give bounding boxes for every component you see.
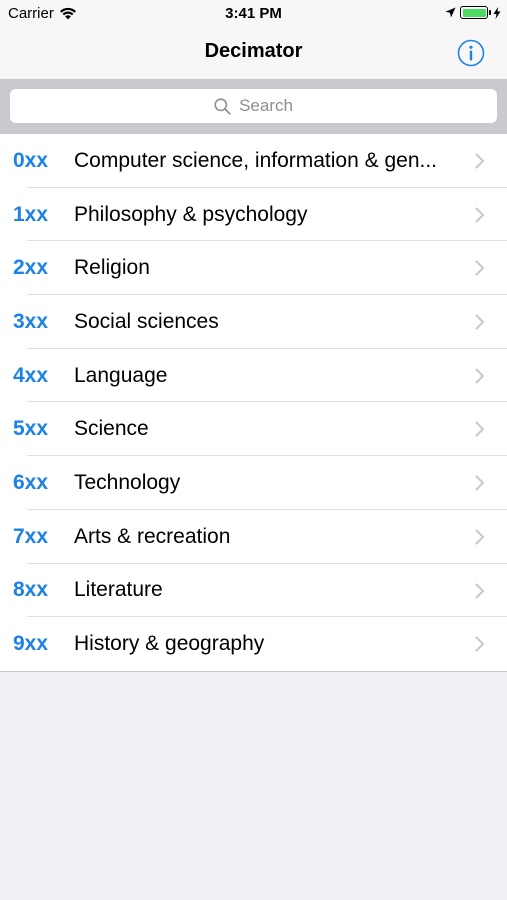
- category-code: 1xx: [13, 202, 49, 226]
- page-title: Decimator: [204, 40, 303, 62]
- category-label: Literature: [74, 578, 163, 602]
- info-circle-icon: [457, 39, 485, 67]
- category-row[interactable]: 5xx Science: [0, 402, 507, 456]
- chevron-right-icon: [475, 475, 484, 491]
- category-row[interactable]: 4xx Language: [0, 349, 507, 403]
- category-row[interactable]: 9xx History & geography: [0, 617, 507, 671]
- search-placeholder: Search: [239, 96, 293, 115]
- chevron-right-icon: [475, 314, 484, 330]
- category-row[interactable]: 0xx Computer science, information & gen..…: [0, 134, 507, 188]
- category-label: Social sciences: [74, 309, 219, 333]
- category-label: Science: [74, 417, 149, 441]
- status-time: 3:41 PM: [225, 5, 282, 22]
- category-label: History & geography: [74, 632, 265, 656]
- search-icon: [214, 97, 231, 115]
- battery-tip: [489, 10, 491, 15]
- info-button[interactable]: [457, 39, 485, 67]
- category-code: 5xx: [13, 417, 49, 441]
- navigation-bar: Decimator: [0, 28, 507, 80]
- status-bar: Carrier 3:41 PM: [0, 0, 507, 28]
- battery-fill: [462, 8, 486, 17]
- search-input[interactable]: Search: [10, 89, 497, 123]
- category-row[interactable]: 6xx Technology: [0, 456, 507, 510]
- chevron-right-icon: [475, 421, 484, 437]
- chevron-right-icon: [475, 207, 484, 223]
- category-code: 4xx: [13, 363, 49, 387]
- chevron-right-icon: [475, 636, 484, 652]
- category-row[interactable]: 3xx Social sciences: [0, 295, 507, 349]
- search-bar: Search: [0, 80, 507, 134]
- status-right-group: [445, 6, 501, 19]
- chevron-right-icon: [475, 260, 484, 276]
- category-row[interactable]: 7xx Arts & recreation: [0, 510, 507, 564]
- category-label: Technology: [74, 470, 181, 494]
- chevron-right-icon: [475, 368, 484, 384]
- category-code: 2xx: [13, 256, 49, 280]
- location-arrow-icon: [445, 7, 456, 18]
- chevron-right-icon: [475, 583, 484, 598]
- chevron-right-icon: [475, 153, 484, 169]
- category-code: 9xx: [13, 632, 49, 656]
- chevron-right-icon: [475, 529, 484, 545]
- category-code: 7xx: [13, 524, 49, 548]
- category-code: 0xx: [13, 148, 49, 172]
- category-row[interactable]: 1xx Philosophy & psychology: [0, 188, 507, 242]
- category-row[interactable]: 8xx Literature: [0, 564, 507, 618]
- category-label: Computer science, information & gen...: [74, 148, 438, 172]
- category-label: Language: [74, 363, 168, 387]
- category-code: 6xx: [13, 470, 49, 494]
- battery-icon: [460, 6, 491, 19]
- category-code: 3xx: [13, 309, 49, 333]
- category-label: Arts & recreation: [74, 524, 231, 548]
- category-list: 0xx Computer science, information & gen..…: [0, 134, 507, 672]
- category-code: 8xx: [13, 578, 49, 602]
- charging-bolt-icon: [493, 6, 501, 19]
- category-row[interactable]: 2xx Religion: [0, 241, 507, 295]
- category-label: Philosophy & psychology: [74, 202, 308, 226]
- category-label: Religion: [74, 256, 150, 280]
